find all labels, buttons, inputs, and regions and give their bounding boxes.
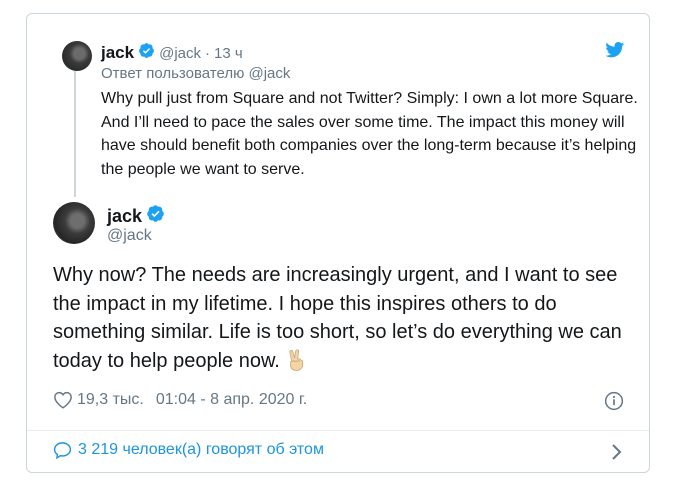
speech-bubble-icon: [53, 442, 72, 459]
conversation-count[interactable]: 3 219 человек(а) говорят об этом: [78, 441, 324, 459]
thread-connector-line: [74, 71, 76, 197]
parent-author-name[interactable]: jack: [101, 43, 134, 63]
main-avatar[interactable]: [53, 202, 95, 244]
parent-tweet-header: jack @jack · 13 ч: [101, 42, 243, 64]
verified-badge-icon: [146, 204, 165, 228]
main-tweet-text-container: Why now? The needs are increasingly urge…: [53, 261, 643, 375]
peace-hand-emoji-icon: [289, 348, 303, 371]
main-tweet-text: Why now? The needs are increasingly urge…: [53, 264, 622, 372]
parent-author-handle[interactable]: @jack: [159, 45, 201, 62]
reply-to-label[interactable]: Ответ пользователю @jack: [101, 65, 290, 82]
conversation-link[interactable]: 3 219 человек(а) говорят об этом: [53, 441, 324, 459]
tweet-stats: 19,3 тыс. 01:04 - 8 апр. 2020 г.: [53, 391, 307, 409]
twitter-bird-icon[interactable]: [605, 42, 625, 58]
chevron-right-icon[interactable]: [611, 443, 623, 461]
parent-avatar[interactable]: [62, 41, 92, 71]
main-author-name[interactable]: jack: [107, 206, 142, 227]
parent-tweet-time[interactable]: 13 ч: [214, 45, 243, 62]
parent-tweet-text: Why pull just from Square and not Twitte…: [101, 90, 638, 178]
meta-separator: ·: [205, 44, 210, 62]
main-author-handle[interactable]: @jack: [107, 227, 152, 245]
verified-badge-icon: [138, 42, 155, 64]
footer-divider: [27, 430, 649, 431]
like-count[interactable]: 19,3 тыс.: [77, 391, 144, 409]
tweet-timestamp[interactable]: 01:04 - 8 апр. 2020 г.: [156, 391, 307, 409]
info-icon[interactable]: [604, 391, 624, 411]
tweet-card: jack @jack · 13 ч Ответ пользователю @ja…: [26, 13, 650, 473]
main-tweet-header: jack: [107, 204, 165, 228]
heart-icon[interactable]: [53, 391, 73, 409]
